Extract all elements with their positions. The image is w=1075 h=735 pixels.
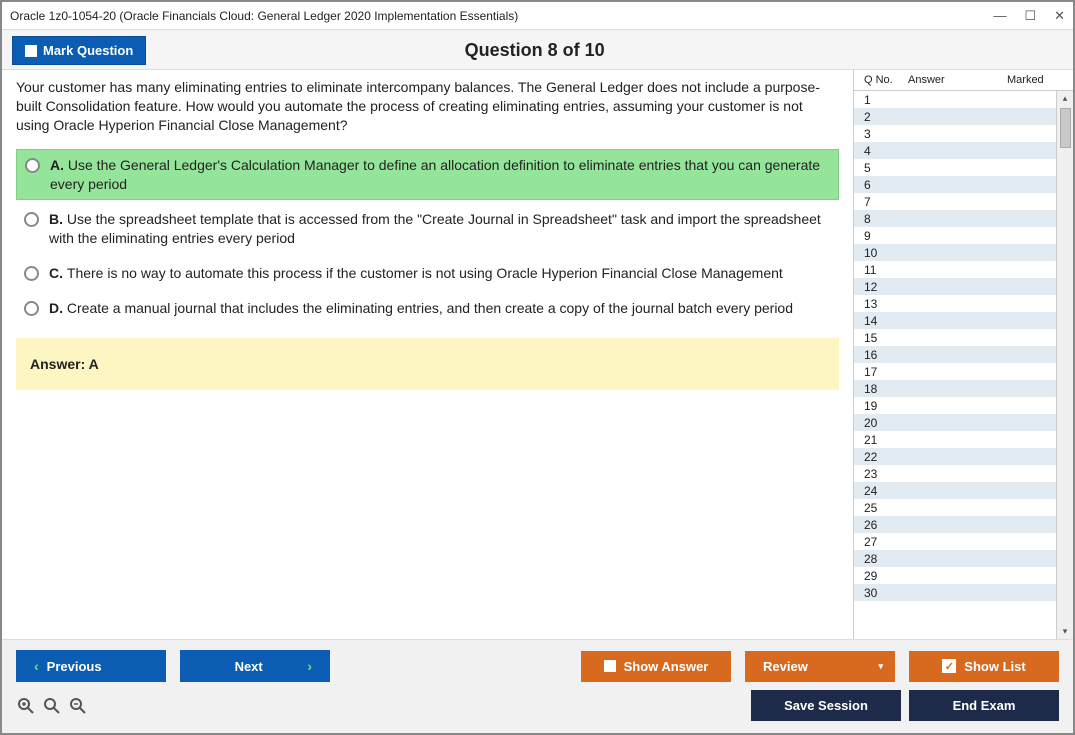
options-list: A. Use the General Ledger's Calculation … bbox=[16, 149, 839, 324]
zoom-controls bbox=[16, 696, 88, 716]
question-text: Your customer has many eliminating entri… bbox=[16, 78, 839, 135]
scroll-up-icon[interactable]: ▴ bbox=[1063, 91, 1068, 106]
question-list-row[interactable]: 17 bbox=[854, 363, 1056, 380]
end-exam-button[interactable]: End Exam bbox=[909, 690, 1059, 721]
close-icon[interactable]: ✕ bbox=[1054, 8, 1065, 24]
footer-row-1: ‹ Previous Next › Show Answer Review ▾ ✓… bbox=[16, 650, 1059, 682]
question-list-row[interactable]: 30 bbox=[854, 584, 1056, 601]
question-list-row[interactable]: 27 bbox=[854, 533, 1056, 550]
show-list-button[interactable]: ✓ Show List bbox=[909, 651, 1059, 682]
previous-button[interactable]: ‹ Previous bbox=[16, 650, 166, 682]
question-list-row[interactable]: 8 bbox=[854, 210, 1056, 227]
question-list-row[interactable]: 15 bbox=[854, 329, 1056, 346]
col-marked: Marked bbox=[1007, 74, 1067, 86]
question-list-row[interactable]: 24 bbox=[854, 482, 1056, 499]
question-list-header: Q No. Answer Marked bbox=[854, 70, 1073, 91]
question-list-wrap: 1234567891011121314151617181920212223242… bbox=[854, 91, 1073, 639]
maximize-icon[interactable]: ☐ bbox=[1024, 8, 1036, 24]
question-list-row[interactable]: 14 bbox=[854, 312, 1056, 329]
zoom-out-icon[interactable] bbox=[68, 696, 88, 716]
question-list-row[interactable]: 12 bbox=[854, 278, 1056, 295]
footer: ‹ Previous Next › Show Answer Review ▾ ✓… bbox=[2, 639, 1073, 733]
review-button[interactable]: Review ▾ bbox=[745, 651, 895, 682]
answer-box: Answer: A bbox=[16, 338, 839, 390]
end-exam-label: End Exam bbox=[953, 698, 1016, 713]
scroll-down-icon[interactable]: ▾ bbox=[1063, 624, 1068, 639]
question-list-row[interactable]: 4 bbox=[854, 142, 1056, 159]
save-session-button[interactable]: Save Session bbox=[751, 690, 901, 721]
question-list-row[interactable]: 2 bbox=[854, 108, 1056, 125]
question-list-row[interactable]: 21 bbox=[854, 431, 1056, 448]
question-list-row[interactable]: 6 bbox=[854, 176, 1056, 193]
window-title: Oracle 1z0-1054-20 (Oracle Financials Cl… bbox=[10, 9, 993, 23]
titlebar: Oracle 1z0-1054-20 (Oracle Financials Cl… bbox=[2, 2, 1073, 30]
header-row: Mark Question Question 8 of 10 bbox=[2, 30, 1073, 70]
question-list-row[interactable]: 26 bbox=[854, 516, 1056, 533]
question-list-row[interactable]: 23 bbox=[854, 465, 1056, 482]
radio-icon[interactable] bbox=[24, 266, 39, 281]
option-d[interactable]: D. Create a manual journal that includes… bbox=[16, 293, 839, 324]
option-text: B. Use the spreadsheet template that is … bbox=[49, 210, 831, 248]
show-answer-label: Show Answer bbox=[624, 659, 709, 674]
col-answer: Answer bbox=[908, 74, 1007, 86]
radio-icon[interactable] bbox=[25, 158, 40, 173]
window-controls: — ☐ ✕ bbox=[993, 8, 1065, 24]
footer-row-2: Save Session End Exam bbox=[16, 690, 1059, 721]
question-list-row[interactable]: 28 bbox=[854, 550, 1056, 567]
scrollbar[interactable]: ▴ ▾ bbox=[1056, 91, 1073, 639]
question-list-row[interactable]: 7 bbox=[854, 193, 1056, 210]
check-icon: ✓ bbox=[942, 659, 956, 673]
radio-icon[interactable] bbox=[24, 301, 39, 316]
mark-question-button[interactable]: Mark Question bbox=[12, 36, 146, 65]
zoom-reset-icon[interactable] bbox=[42, 696, 62, 716]
caret-down-icon: ▾ bbox=[878, 661, 883, 672]
question-list-row[interactable]: 19 bbox=[854, 397, 1056, 414]
next-label: Next bbox=[198, 659, 299, 674]
question-list-row[interactable]: 18 bbox=[854, 380, 1056, 397]
show-answer-button[interactable]: Show Answer bbox=[581, 651, 731, 682]
radio-icon[interactable] bbox=[24, 212, 39, 227]
body-area: Your customer has many eliminating entri… bbox=[2, 70, 1073, 639]
question-list-row[interactable]: 16 bbox=[854, 346, 1056, 363]
zoom-in-icon[interactable] bbox=[16, 696, 36, 716]
next-button[interactable]: Next › bbox=[180, 650, 330, 682]
option-a[interactable]: A. Use the General Ledger's Calculation … bbox=[16, 149, 839, 201]
chevron-right-icon: › bbox=[307, 658, 312, 674]
question-list-row[interactable]: 20 bbox=[854, 414, 1056, 431]
question-list-row[interactable]: 5 bbox=[854, 159, 1056, 176]
option-text: C. There is no way to automate this proc… bbox=[49, 264, 783, 283]
option-b[interactable]: B. Use the spreadsheet template that is … bbox=[16, 204, 839, 254]
save-session-label: Save Session bbox=[784, 698, 868, 713]
question-list-row[interactable]: 3 bbox=[854, 125, 1056, 142]
question-list-row[interactable]: 22 bbox=[854, 448, 1056, 465]
question-list-row[interactable]: 11 bbox=[854, 261, 1056, 278]
question-list-row[interactable]: 10 bbox=[854, 244, 1056, 261]
option-text: D. Create a manual journal that includes… bbox=[49, 299, 793, 318]
question-list[interactable]: 1234567891011121314151617181920212223242… bbox=[854, 91, 1056, 639]
option-c[interactable]: C. There is no way to automate this proc… bbox=[16, 258, 839, 289]
square-icon bbox=[604, 660, 616, 672]
previous-label: Previous bbox=[47, 659, 102, 674]
scroll-thumb[interactable] bbox=[1060, 108, 1071, 148]
show-list-label: Show List bbox=[964, 659, 1025, 674]
question-list-row[interactable]: 25 bbox=[854, 499, 1056, 516]
question-list-row[interactable]: 9 bbox=[854, 227, 1056, 244]
minimize-icon[interactable]: — bbox=[993, 8, 1006, 24]
app-window: Oracle 1z0-1054-20 (Oracle Financials Cl… bbox=[0, 0, 1075, 735]
review-label: Review bbox=[763, 659, 808, 674]
question-list-row[interactable]: 29 bbox=[854, 567, 1056, 584]
question-counter: Question 8 of 10 bbox=[146, 40, 923, 61]
question-list-row[interactable]: 1 bbox=[854, 91, 1056, 108]
question-list-panel: Q No. Answer Marked 12345678910111213141… bbox=[853, 70, 1073, 639]
mark-question-label: Mark Question bbox=[43, 43, 133, 58]
option-text: A. Use the General Ledger's Calculation … bbox=[50, 156, 830, 194]
chevron-left-icon: ‹ bbox=[34, 658, 39, 674]
col-qno: Q No. bbox=[864, 74, 908, 86]
checkbox-icon bbox=[25, 45, 37, 57]
main-column: Your customer has many eliminating entri… bbox=[2, 70, 853, 639]
question-list-row[interactable]: 13 bbox=[854, 295, 1056, 312]
